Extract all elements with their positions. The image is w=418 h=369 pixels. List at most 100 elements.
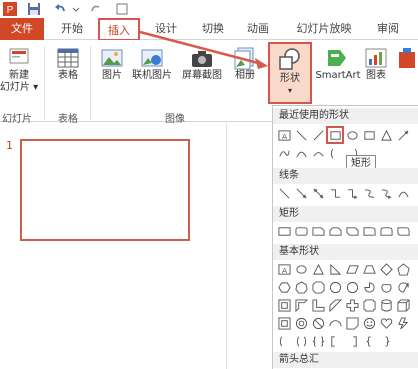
shapes-button[interactable]: 形状 ▾ (268, 42, 312, 104)
parallelogram-shape-icon[interactable] (345, 262, 359, 276)
tab-home[interactable]: 开始 (52, 18, 92, 40)
snip-rectangle-shape-icon[interactable] (311, 224, 325, 238)
half-frame-shape-icon[interactable] (294, 298, 308, 312)
smiley-face-shape-icon[interactable] (362, 316, 376, 330)
curve-shape-icon[interactable] (396, 186, 410, 200)
trapezoid-shape-icon[interactable] (362, 262, 376, 276)
left-bracket-shape-icon[interactable] (328, 334, 342, 348)
curved-connector-icon[interactable] (362, 186, 376, 200)
cross-shape-icon[interactable] (345, 298, 359, 312)
tab-transitions[interactable]: 切换 (193, 18, 233, 40)
bracket-shape-icon[interactable] (277, 334, 291, 348)
picture-button[interactable]: 图片 (98, 46, 126, 82)
arrow-shape-icon[interactable] (294, 186, 308, 200)
tab-slideshow[interactable]: 幻灯片放映 (288, 18, 360, 40)
oval-shape-icon[interactable] (345, 128, 359, 142)
tab-file[interactable]: 文件 (0, 18, 44, 40)
powerpoint-logo-icon: P (2, 1, 18, 17)
lightning-bolt-shape-icon[interactable] (396, 316, 410, 330)
freeform-shape-icon[interactable] (277, 146, 291, 160)
folded-corner-shape-icon[interactable] (345, 316, 359, 330)
cube-shape-icon[interactable] (396, 298, 410, 312)
new-slide-button[interactable]: 新建 幻灯片 ▾ (0, 46, 38, 94)
undo-dropdown-icon[interactable] (68, 1, 84, 17)
double-arrow-shape-icon[interactable] (311, 186, 325, 200)
can-shape-icon[interactable] (379, 298, 393, 312)
dodecagon-shape-icon[interactable] (345, 280, 359, 294)
rectangle-shape-icon[interactable] (362, 128, 376, 142)
line-shape-icon[interactable] (311, 128, 325, 142)
brace-pair-shape-icon[interactable] (311, 334, 325, 348)
rectangle-shape-icon[interactable] (326, 126, 344, 144)
plaque-shape-icon[interactable] (362, 298, 376, 312)
svg-text:P: P (7, 5, 14, 16)
redo-icon[interactable] (88, 1, 104, 17)
lines-header: 线条 (273, 168, 418, 184)
office-addins-button[interactable] (396, 46, 418, 70)
tab-insert[interactable]: 插入 (98, 18, 140, 41)
tab-design[interactable]: 设计 (146, 18, 186, 40)
oval-shape-icon[interactable] (294, 262, 308, 276)
round-rectangle-shape-icon[interactable] (362, 224, 376, 238)
block-arc-shape-icon[interactable] (328, 316, 342, 330)
chord-shape-icon[interactable] (379, 280, 393, 294)
diamond-shape-icon[interactable] (379, 262, 393, 276)
no-symbol-shape-icon[interactable] (311, 316, 325, 330)
line-shape-icon[interactable] (294, 128, 308, 142)
heart-shape-icon[interactable] (379, 316, 393, 330)
frame-shape-icon[interactable] (277, 298, 291, 312)
teardrop-shape-icon[interactable] (396, 280, 410, 294)
undo-icon[interactable] (52, 1, 68, 17)
round-rectangle-shape-icon[interactable] (379, 224, 393, 238)
right-brace-shape-icon[interactable] (379, 334, 393, 348)
snip-rectangle-shape-icon[interactable] (345, 224, 359, 238)
recent-shapes-header: 最近使用的形状 (273, 108, 418, 124)
bevel-shape-icon[interactable] (277, 316, 291, 330)
elbow-connector-icon[interactable] (328, 186, 342, 200)
snip-rectangle-shape-icon[interactable] (328, 224, 342, 238)
rounded-rectangle-shape-icon[interactable] (294, 224, 308, 238)
line-shape-icon[interactable] (277, 186, 291, 200)
album-label: 相册 (235, 70, 255, 81)
curve-shape-icon[interactable] (294, 146, 308, 160)
right-bracket-shape-icon[interactable] (345, 334, 359, 348)
text-box-shape-icon[interactable]: A (277, 128, 291, 142)
group-separator (44, 46, 45, 122)
left-brace-shape-icon[interactable] (362, 334, 376, 348)
pentagon-shape-icon[interactable] (396, 262, 410, 276)
arc-shape-icon[interactable] (311, 146, 325, 160)
online-picture-button[interactable]: 联机图片 (130, 46, 174, 82)
rectangle-shape-icon[interactable] (277, 224, 291, 238)
decagon-shape-icon[interactable] (328, 280, 342, 294)
shapes-icon (279, 48, 300, 70)
chart-button[interactable]: 图表 (362, 46, 390, 82)
round-rectangle-shape-icon[interactable] (396, 224, 410, 238)
arrow-shape-icon[interactable] (396, 128, 410, 142)
powerpoint-window: P 文件 开始 插入 设计 切换 动画 幻灯片放映 审阅 新建 幻灯片 ▾ 幻灯… (0, 0, 418, 369)
table-button[interactable]: 表格 (52, 46, 84, 82)
heptagon-shape-icon[interactable] (294, 280, 308, 294)
bracket-shape-icon[interactable] (328, 146, 342, 160)
donut-shape-icon[interactable] (294, 316, 308, 330)
l-shape-icon[interactable] (311, 298, 325, 312)
tab-animations[interactable]: 动画 (238, 18, 278, 40)
pie-shape-icon[interactable] (362, 280, 376, 294)
curved-arrow-icon[interactable] (379, 186, 393, 200)
slide-thumbnail[interactable] (20, 139, 190, 241)
hexagon-shape-icon[interactable] (277, 280, 291, 294)
save-icon[interactable] (26, 1, 42, 17)
text-box-shape-icon[interactable]: A (277, 262, 291, 276)
right-triangle-shape-icon[interactable] (328, 262, 342, 276)
bracket-pair-shape-icon[interactable] (294, 334, 308, 348)
tab-review[interactable]: 审阅 (368, 18, 408, 40)
album-button[interactable]: 相册 (228, 46, 262, 82)
octagon-shape-icon[interactable] (311, 280, 325, 294)
screenshot-button[interactable]: 屏幕截图 (178, 46, 226, 82)
triangle-shape-icon[interactable] (379, 128, 393, 142)
triangle-shape-icon[interactable] (311, 262, 325, 276)
smartart-button[interactable]: SmartArt (315, 46, 361, 82)
elbow-arrow-icon[interactable] (345, 186, 359, 200)
picture-label: 图片 (102, 70, 122, 81)
diagonal-stripe-shape-icon[interactable] (328, 298, 342, 312)
customize-qat-icon[interactable] (114, 1, 130, 17)
